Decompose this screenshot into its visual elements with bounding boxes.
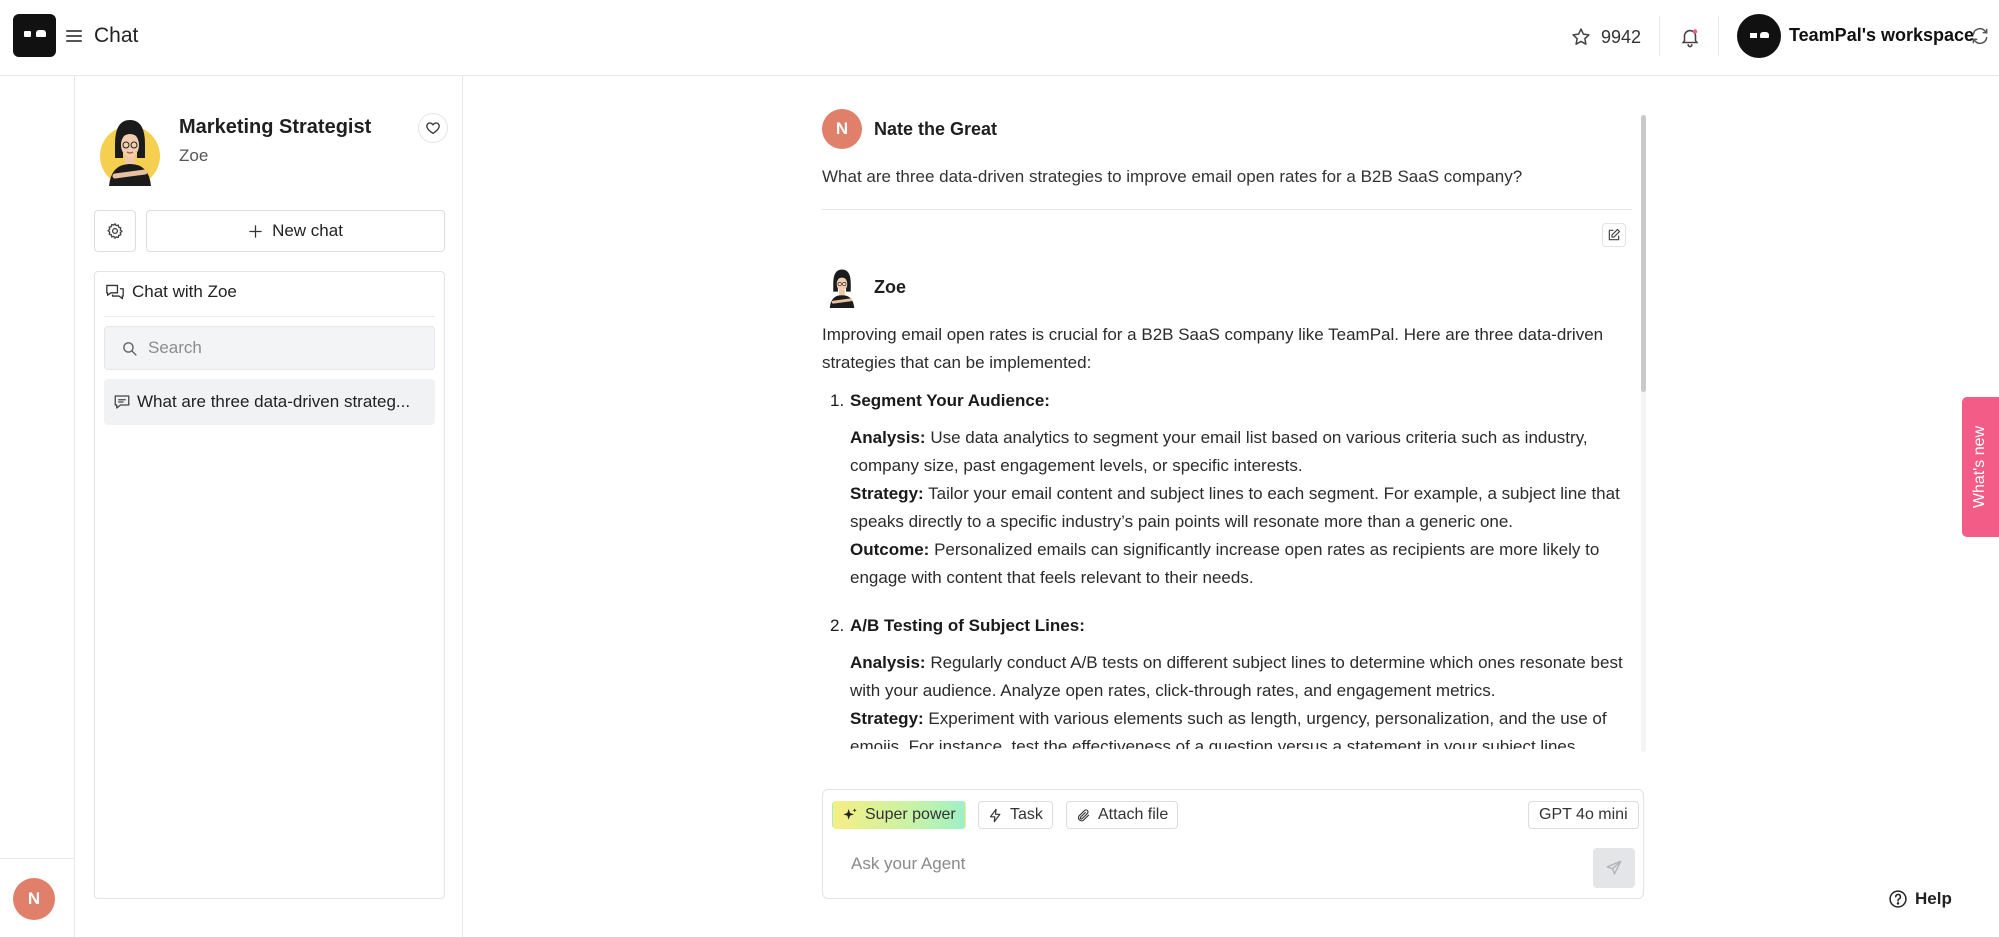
edit-message-button[interactable]	[1602, 223, 1626, 247]
message-input[interactable]	[851, 854, 1411, 874]
favorite-button[interactable]	[418, 113, 448, 143]
label: Analysis:	[850, 653, 926, 672]
strategy-text: Experiment with various elements such as…	[850, 709, 1607, 749]
star-count: 9942	[1601, 26, 1642, 47]
attach-file-button[interactable]: Attach file	[1066, 801, 1179, 829]
chats-icon	[106, 284, 124, 300]
strategy-item: 2. A/B Testing of Subject Lines: Analysis…	[830, 612, 1632, 749]
attach-file-label: Attach file	[1098, 806, 1169, 823]
new-chat-label: New chat	[272, 221, 343, 240]
label: Strategy:	[850, 709, 924, 728]
agent-message-header: Zoe	[822, 266, 906, 308]
left-rail	[0, 76, 75, 937]
super-power-label: Super power	[865, 806, 956, 823]
item-title: Segment Your Audience:	[850, 391, 1050, 410]
item-number: 1.	[830, 391, 845, 410]
chat-main: N Nate the Great What are three data-dri…	[463, 76, 1999, 937]
strategy-list: 1. Segment Your Audience: Analysis: Use d…	[822, 387, 1632, 749]
divider	[1659, 16, 1660, 56]
chat-list-panel: Chat with Zoe What are three data-driven…	[94, 271, 445, 899]
conversation-item[interactable]: What are three data-driven strateg...	[104, 379, 435, 425]
task-label: Task	[1010, 806, 1043, 823]
strategy-item: 1. Segment Your Audience: Analysis: Use d…	[830, 387, 1632, 592]
lightning-icon	[989, 808, 1001, 822]
gear-icon	[107, 222, 123, 240]
sparkle-icon	[843, 808, 857, 820]
analysis-text: Use data analytics to segment your email…	[850, 428, 1588, 475]
user-message-text: What are three data-driven strategies to…	[822, 167, 1523, 186]
outcome-text: Personalized emails can significantly in…	[850, 540, 1600, 587]
label: Analysis:	[850, 428, 926, 447]
settings-button[interactable]	[94, 210, 136, 252]
user-message-header: N Nate the Great	[822, 109, 997, 149]
item-title: A/B Testing of Subject Lines:	[850, 616, 1085, 635]
agent-avatar	[100, 120, 160, 186]
agent-name: Marketing Strategist	[179, 116, 372, 138]
send-icon	[1606, 860, 1622, 875]
divider	[104, 316, 435, 317]
user-message-avatar: N	[822, 109, 862, 149]
edit-icon	[1608, 228, 1621, 241]
workspace-avatar[interactable]	[1737, 14, 1781, 58]
analysis-text: Regularly conduct A/B tests on different…	[850, 653, 1623, 700]
model-selector[interactable]: GPT 4o mini	[1528, 801, 1639, 829]
agent-message-name: Zoe	[874, 276, 907, 297]
top-bar: Chat 9942 TeamPal's workspace	[0, 0, 1999, 76]
divider	[0, 858, 75, 859]
label: Outcome:	[850, 540, 930, 559]
search-icon	[123, 341, 137, 356]
strategy-text: Tailor your email content and subject li…	[850, 484, 1620, 531]
message-icon	[114, 395, 130, 409]
label: Strategy:	[850, 484, 924, 503]
agent-sidebar: Marketing Strategist Zoe New chat Chat w…	[75, 76, 463, 937]
search-input[interactable]	[148, 338, 418, 358]
agent-message-body: Improving email open rates is crucial fo…	[822, 321, 1632, 749]
app-logo[interactable]	[13, 14, 56, 57]
send-button[interactable]	[1593, 848, 1635, 888]
chat-list-title: Chat with Zoe	[132, 282, 237, 301]
bell-icon[interactable]	[1679, 25, 1701, 49]
paperclip-icon	[1077, 808, 1090, 821]
workspace-name[interactable]: TeamPal's workspace	[1789, 25, 1974, 46]
plus-icon	[249, 224, 262, 238]
composer: Super power Task Attach file GPT 4o mini	[822, 789, 1644, 899]
hamburger-menu-icon[interactable]	[66, 27, 82, 45]
super-power-button[interactable]: Super power	[832, 801, 966, 829]
whats-new-label: What's new	[1971, 425, 1989, 509]
search-box[interactable]	[104, 326, 435, 370]
item-number: 2.	[830, 616, 845, 635]
star-button[interactable]: 9942	[1571, 24, 1641, 50]
switch-workspace-icon[interactable]	[1970, 26, 1990, 46]
agent-persona: Zoe	[179, 146, 209, 165]
help-icon	[1889, 890, 1907, 908]
heart-icon	[426, 122, 440, 134]
conversation-title: What are three data-driven strateg...	[137, 392, 411, 411]
divider	[822, 209, 1632, 210]
chat-list-header: Chat with Zoe	[105, 282, 237, 302]
scrollbar-thumb[interactable]	[1641, 115, 1646, 392]
star-icon	[1572, 28, 1590, 45]
user-name: Nate the Great	[874, 118, 998, 139]
message-list: N Nate the Great What are three data-dri…	[822, 109, 1632, 749]
page-title: Chat	[94, 24, 139, 47]
agent-message-avatar	[829, 269, 855, 308]
help-button[interactable]: Help	[1888, 889, 1952, 909]
whats-new-tab[interactable]: What's new	[1962, 397, 1999, 537]
agent-intro: Improving email open rates is crucial fo…	[822, 325, 1604, 372]
new-chat-button[interactable]: New chat	[146, 210, 445, 252]
user-avatar[interactable]: N	[13, 878, 55, 920]
divider	[1718, 16, 1719, 56]
help-label: Help	[1915, 889, 1952, 908]
task-button[interactable]: Task	[978, 801, 1053, 829]
